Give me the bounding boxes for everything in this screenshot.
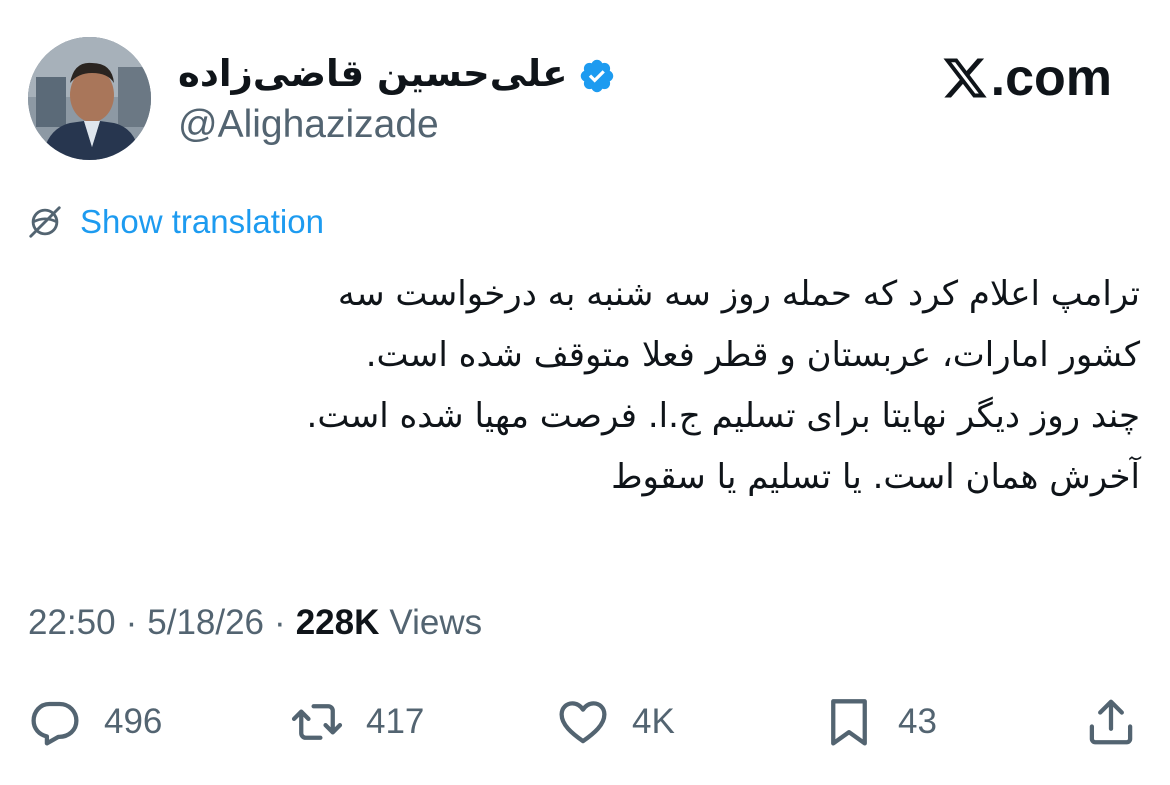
retweet-count: 417 — [366, 702, 425, 741]
bookmark-icon — [822, 695, 876, 749]
tweet-line: ترامپ اعلام کرد که حمله روز سه شنبه به د… — [337, 274, 1140, 314]
tweet-time[interactable]: 22:50 — [28, 600, 116, 646]
action-bar: 496 417 4K 43 — [0, 690, 1170, 754]
retweet-icon — [290, 695, 344, 749]
avatar-photo — [28, 37, 151, 160]
author-name[interactable]: علی‌حسین قاضی‌زاده — [178, 46, 568, 102]
bookmark-count: 43 — [898, 702, 937, 741]
show-translation-link[interactable]: Show translation — [26, 200, 324, 244]
views-label: Views — [389, 603, 483, 642]
share-button[interactable] — [1084, 690, 1138, 754]
tweet-line: چند روز دیگر نهایتا برای تسلیم ج.ا. فرصت… — [306, 396, 1140, 436]
tweet-text: ترامپ اعلام کرد که حمله روز سه شنبه به د… — [20, 264, 1140, 508]
avatar[interactable] — [28, 37, 151, 160]
reply-count: 496 — [104, 702, 163, 741]
like-count: 4K — [632, 702, 675, 741]
brand-logo: .com — [941, 48, 1112, 108]
show-translation-label[interactable]: Show translation — [80, 200, 324, 244]
heart-icon — [556, 695, 610, 749]
verified-badge-icon — [578, 55, 616, 93]
meta-separator: · — [125, 603, 138, 642]
tweet-date[interactable]: 5/18/26 — [147, 600, 264, 646]
views-count: 228K — [295, 603, 380, 642]
like-button[interactable]: 4K — [556, 690, 675, 754]
reply-button[interactable]: 496 — [28, 690, 162, 754]
brand-suffix: .com — [990, 49, 1112, 107]
author-name-row[interactable]: علی‌حسین قاضی‌زاده — [178, 46, 616, 102]
tweet-meta: 22:50 · 5/18/26 · 228K Views — [28, 600, 482, 646]
share-icon — [1084, 695, 1138, 749]
retweet-button[interactable]: 417 — [290, 690, 424, 754]
tweet-line: آخرش همان است. یا تسلیم یا سقوط — [611, 457, 1140, 497]
bookmark-button[interactable]: 43 — [822, 690, 937, 754]
author-handle[interactable]: @Alighazizade — [178, 100, 439, 150]
tweet-line: کشور امارات، عربستان و قطر فعلا متوقف شد… — [365, 335, 1140, 375]
reply-icon — [28, 695, 82, 749]
globe-slash-icon — [26, 203, 64, 241]
x-logo-icon — [941, 54, 989, 102]
meta-separator: · — [274, 603, 286, 642]
